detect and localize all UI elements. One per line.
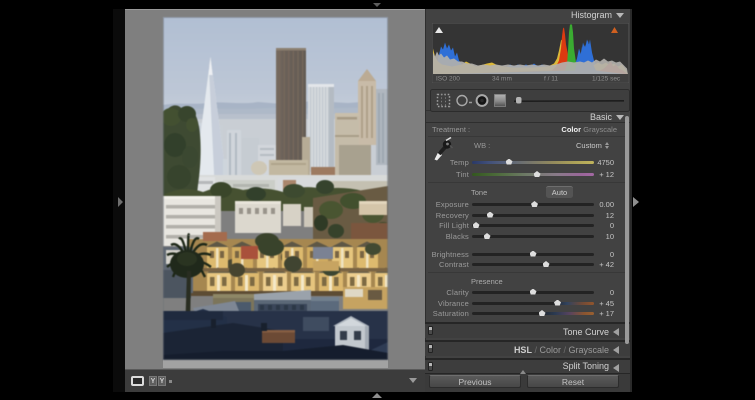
svg-text:f / 11: f / 11 <box>544 76 558 83</box>
svg-text:1/125 sec: 1/125 sec <box>592 76 621 83</box>
svg-text:34 mm: 34 mm <box>492 76 512 83</box>
svg-text:ISO 200: ISO 200 <box>436 76 460 83</box>
